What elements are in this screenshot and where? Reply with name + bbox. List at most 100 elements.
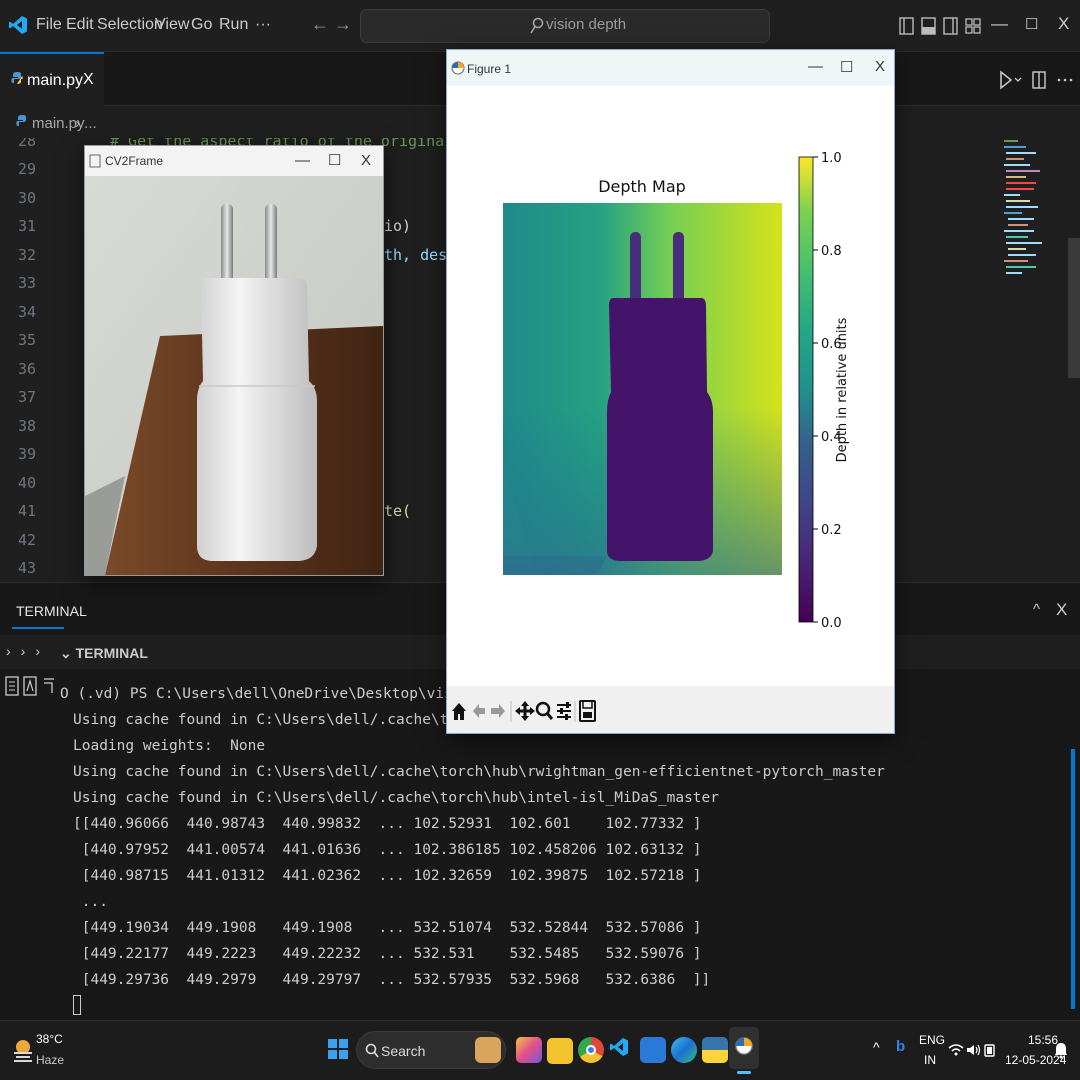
- cv2-frame-window[interactable]: CV2Frame — ☐ X: [84, 145, 384, 576]
- terminal-section-label[interactable]: ⌄ TERMINAL: [60, 645, 148, 662]
- scroll-thumb[interactable]: [1068, 238, 1080, 378]
- line-number: 39: [17, 445, 36, 463]
- line-number: 42: [17, 531, 36, 549]
- close-button[interactable]: X: [1058, 14, 1069, 34]
- cv2-title: CV2Frame: [105, 154, 164, 168]
- figure-maximize-button[interactable]: ☐: [840, 58, 853, 76]
- window-icon: [89, 154, 101, 168]
- menu-go[interactable]: Go: [191, 16, 212, 34]
- chevron-icons[interactable]: ›››: [6, 643, 50, 659]
- camera-frame-image: [85, 176, 383, 575]
- maximize-panel-icon[interactable]: ^: [1033, 601, 1040, 618]
- line-number: 41: [17, 502, 36, 520]
- taskbar: 38°C Haze Search ^ b ENG IN 15:56 12-05-…: [0, 1020, 1080, 1080]
- edge-icon[interactable]: [671, 1037, 697, 1063]
- colorbar-tick-label: 0.2: [821, 523, 842, 538]
- menu-view[interactable]: View: [155, 16, 189, 34]
- menu-more[interactable]: ···: [255, 16, 271, 34]
- menu-file[interactable]: File: [36, 16, 62, 34]
- language-label[interactable]: ENG: [919, 1033, 945, 1047]
- figure-minimize-button[interactable]: —: [808, 58, 823, 75]
- active-tab-indicator: [12, 627, 64, 629]
- configure-icon[interactable]: [557, 702, 571, 720]
- copilot-icon[interactable]: [516, 1037, 542, 1063]
- chart-title: Depth Map: [598, 177, 686, 196]
- line-number: 40: [17, 474, 36, 492]
- tab-close-icon[interactable]: X: [83, 71, 94, 89]
- notepad-icon[interactable]: [640, 1037, 666, 1063]
- cv2-maximize-button[interactable]: ☐: [328, 151, 341, 169]
- weather-desc[interactable]: Haze: [36, 1053, 64, 1067]
- vscode-logo-icon[interactable]: [8, 15, 28, 35]
- matplotlib-icon: [451, 61, 465, 75]
- menu-run[interactable]: Run: [219, 16, 248, 34]
- colorbar-tick-label: 0.8: [821, 244, 842, 259]
- tray-chevron-icon[interactable]: ^: [873, 1039, 880, 1055]
- save-icon[interactable]: [579, 700, 596, 722]
- line-number: 34: [17, 303, 36, 321]
- maximize-button[interactable]: ☐: [1025, 15, 1038, 33]
- weather-temp[interactable]: 38°C: [36, 1032, 63, 1046]
- colorbar: [798, 156, 814, 623]
- forward-arrow-icon[interactable]: →: [334, 14, 352, 35]
- terminal-side-icons[interactable]: [4, 675, 56, 697]
- line-number: 32: [17, 246, 36, 264]
- editor-scrollbar[interactable]: [1068, 138, 1080, 582]
- terminal-line: [440.97952 441.00574 441.01636 ... 102.3…: [73, 842, 702, 858]
- python-file-icon: [11, 72, 23, 84]
- home-icon[interactable]: [452, 703, 466, 720]
- vscode-taskbar-icon[interactable]: [609, 1037, 629, 1057]
- windows-start-icon[interactable]: [328, 1039, 348, 1059]
- figure-close-button[interactable]: X: [875, 58, 885, 75]
- cv2-minimize-button[interactable]: —: [295, 152, 310, 169]
- run-split-icons[interactable]: [999, 70, 1075, 90]
- back-arrow-icon[interactable]: ←: [311, 14, 329, 35]
- terminal-line: Using cache found in C:\Users\dell/.cach…: [73, 790, 720, 806]
- tab-terminal[interactable]: TERMINAL: [16, 603, 87, 619]
- code-fragment: io): [384, 217, 412, 235]
- colorbar-label: Depth in relative units: [835, 317, 850, 462]
- colorbar-tick-label: 1.0: [821, 151, 842, 166]
- figure-window[interactable]: Figure 1 — ☐ X Depth Map 0.0 0.2 0.4 0.6…: [446, 49, 895, 734]
- line-number: 35: [17, 331, 36, 349]
- pan-icon[interactable]: [515, 701, 535, 721]
- title-bar: File Edit Selection View Go Run ··· ← → …: [0, 0, 1080, 52]
- terminal-section-text: TERMINAL: [75, 645, 148, 661]
- bing-icon[interactable]: b: [896, 1038, 905, 1055]
- notification-bell-icon[interactable]: [1054, 1041, 1068, 1059]
- matplotlib-taskbar-icon[interactable]: [733, 1035, 755, 1057]
- terminal-scrollbar[interactable]: [1071, 749, 1075, 1009]
- close-panel-icon[interactable]: X: [1056, 600, 1067, 620]
- toolbar-icons: [452, 700, 596, 722]
- terminal-line: Loading weights: None: [73, 738, 266, 754]
- minimize-button[interactable]: —: [991, 14, 1008, 34]
- network-volume-battery-icons[interactable]: [947, 1041, 997, 1059]
- depth-figure-canvas[interactable]: Depth Map 0.00.20.40.60.81.0 Depth in re…: [447, 86, 894, 686]
- chrome-icon[interactable]: [578, 1037, 604, 1063]
- menu-selection[interactable]: Selection: [97, 16, 163, 34]
- line-number: 38: [17, 417, 36, 435]
- cv2-titlebar: CV2Frame — ☐ X: [85, 146, 383, 176]
- tab-main-py[interactable]: main.py X: [0, 52, 104, 106]
- forward-icon[interactable]: [491, 704, 505, 718]
- terminal-line: [449.29736 449.2979 449.29797 ... 532.57…: [73, 972, 711, 988]
- back-icon[interactable]: [473, 704, 485, 718]
- cv2-close-button[interactable]: X: [361, 152, 371, 169]
- region-label[interactable]: IN: [924, 1053, 936, 1067]
- line-number: 37: [17, 388, 36, 406]
- taskbar-search[interactable]: Search: [356, 1031, 506, 1069]
- line-number: 30: [17, 189, 36, 207]
- python-file-icon: [16, 115, 26, 126]
- python-taskbar-icon[interactable]: [702, 1037, 728, 1063]
- breadcrumb-rest[interactable]: › ...: [75, 115, 97, 132]
- layout-icons[interactable]: [899, 16, 987, 36]
- minimap[interactable]: [1000, 138, 1064, 288]
- menu-edit[interactable]: Edit: [66, 16, 94, 34]
- file-explorer-icon[interactable]: [547, 1038, 573, 1064]
- colorbar-tick-label: 0.0: [821, 616, 842, 631]
- terminal-line: [449.19034 449.1908 449.1908 ... 532.510…: [73, 920, 702, 936]
- line-number: 33: [17, 274, 36, 292]
- zoom-icon[interactable]: [535, 701, 554, 720]
- line-number: 29: [17, 160, 36, 178]
- figure-toolbar: [447, 686, 894, 733]
